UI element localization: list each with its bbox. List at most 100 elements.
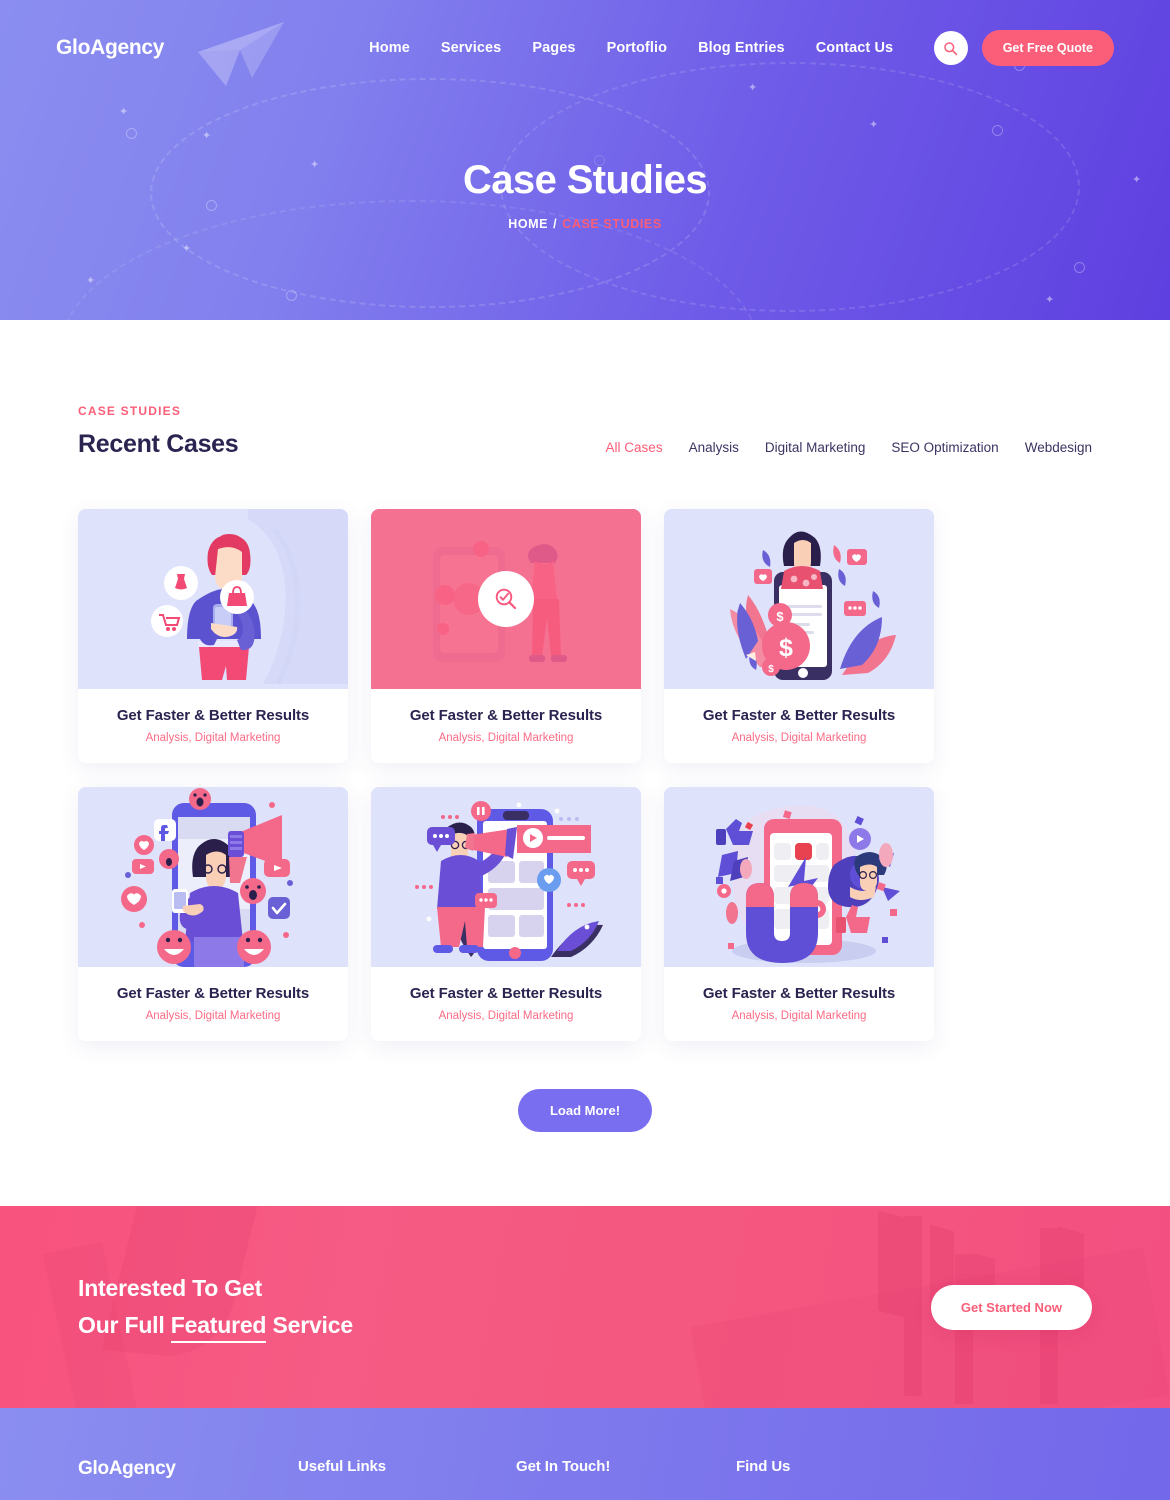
hero-section: ✦ ✦ ✦ ✦ ✦ ✦ ✦ ✦ ✦ GloAgency Home Service… — [0, 0, 1170, 320]
cta-line-1: Interested To Get — [78, 1274, 263, 1301]
case-card-body: Get Faster & Better Results Analysis, Di… — [371, 967, 641, 1041]
load-more-wrapper: Load More! — [78, 1041, 1092, 1206]
case-thumbnail[interactable] — [371, 509, 641, 689]
navbar: GloAgency Home Services Pages Portoflio … — [0, 0, 1170, 96]
case-card[interactable]: Get Faster & Better Results Analysis, Di… — [371, 787, 641, 1041]
nav-links: Home Services Pages Portoflio Blog Entri… — [369, 40, 893, 56]
filter-digital-marketing[interactable]: Digital Marketing — [765, 440, 866, 455]
svg-text:$: $ — [779, 634, 793, 662]
footer-column-useful-links: Useful Links — [298, 1458, 516, 1475]
case-card-category: Analysis, Digital Marketing — [438, 732, 574, 744]
nav-item-services[interactable]: Services — [441, 40, 501, 56]
get-free-quote-button[interactable]: Get Free Quote — [981, 30, 1114, 66]
case-card-title: Get Faster & Better Results — [702, 985, 896, 1002]
logo-prefix: Glo — [56, 36, 91, 59]
logo[interactable]: GloAgency — [56, 36, 164, 60]
cta-button-wrapper: Get Started Now — [930, 1284, 1092, 1330]
svg-text:$: $ — [768, 664, 774, 675]
case-card-category: Analysis, Digital Marketing — [145, 1010, 281, 1022]
footer-logo-suffix: Agency — [108, 1458, 176, 1479]
get-started-now-button[interactable]: Get Started Now — [930, 1284, 1092, 1330]
section-heading-group: CASE STUDIES Recent Cases — [78, 404, 239, 459]
cta-text: Interested To Get Our Full Featured Serv… — [78, 1270, 353, 1345]
nav-item-blog-entries[interactable]: Blog Entries — [698, 40, 785, 56]
sparkle-icon: ✦ — [86, 275, 96, 287]
cta-bar — [904, 1216, 922, 1396]
case-card-body: Get Faster & Better Results Analysis, Di… — [664, 967, 934, 1041]
case-card-body: Get Faster & Better Results Analysis, Di… — [78, 689, 348, 763]
page-root: ✦ ✦ ✦ ✦ ✦ ✦ ✦ ✦ ✦ GloAgency Home Service… — [0, 0, 1170, 1500]
illustration-woman-phone-money: $ $ $ — [664, 509, 934, 689]
case-zoom-button[interactable] — [478, 571, 534, 627]
breadcrumb-separator: / — [553, 217, 558, 231]
footer-logo[interactable]: GloAgency — [78, 1458, 298, 1480]
footer-column-get-in-touch: Get In Touch! — [516, 1458, 736, 1475]
case-thumbnail[interactable] — [78, 787, 348, 967]
case-card-body: Get Faster & Better Results Analysis, Di… — [371, 689, 641, 763]
cta-line-2-post: Service — [266, 1312, 353, 1338]
case-thumbnail[interactable]: $ $ $ — [664, 509, 934, 689]
navbar-actions: Get Free Quote — [933, 30, 1114, 66]
case-card-category: Analysis, Digital Marketing — [731, 732, 867, 744]
case-thumbnail[interactable] — [371, 787, 641, 967]
case-card-title: Get Faster & Better Results — [409, 985, 603, 1002]
filter-analysis[interactable]: Analysis — [689, 440, 739, 455]
case-card-body: Get Faster & Better Results Analysis, Di… — [664, 689, 934, 763]
footer-heading-find-us: Find Us — [736, 1458, 791, 1475]
cta-bar — [878, 1210, 904, 1318]
case-card[interactable]: Get Faster & Better Results Analysis, Di… — [78, 509, 348, 763]
case-card[interactable]: $ $ $ Get Faster & Better Results Analys… — [664, 509, 934, 763]
section-header: CASE STUDIES Recent Cases All Cases Anal… — [78, 404, 1092, 485]
case-thumbnail[interactable] — [664, 787, 934, 967]
case-studies-section: CASE STUDIES Recent Cases All Cases Anal… — [0, 320, 1170, 1206]
breadcrumb: HOME / CASE STUDIES — [0, 217, 1170, 231]
search-icon — [944, 41, 958, 55]
section-title: Recent Cases — [78, 430, 239, 458]
footer-brand-column: GloAgency — [78, 1458, 298, 1480]
circle-deco — [286, 290, 297, 301]
nav-item-pages[interactable]: Pages — [532, 40, 575, 56]
nav-item-home[interactable]: Home — [369, 40, 410, 56]
case-grid: Get Faster & Better Results Analysis, Di… — [78, 509, 1092, 1041]
footer: GloAgency Useful Links Get In Touch! Fin… — [0, 1408, 1170, 1500]
footer-heading-useful-links: Useful Links — [298, 1458, 386, 1475]
case-card-category: Analysis, Digital Marketing — [438, 1010, 574, 1022]
sparkle-icon: ✦ — [182, 243, 192, 255]
filter-webdesign[interactable]: Webdesign — [1025, 440, 1092, 455]
case-card[interactable]: Get Faster & Better Results Analysis, Di… — [371, 509, 641, 763]
cta-line-2-highlight: Featured — [170, 1312, 266, 1343]
search-zoom-icon — [495, 588, 517, 610]
logo-suffix: Agency — [90, 36, 165, 59]
case-card-title: Get Faster & Better Results — [702, 707, 896, 724]
hero-content: Case Studies HOME / CASE STUDIES — [0, 96, 1170, 231]
case-hover-overlay[interactable] — [371, 509, 641, 689]
case-card-title: Get Faster & Better Results — [116, 985, 310, 1002]
cta-line-2: Our Full Featured Service — [78, 1307, 353, 1344]
filter-all-cases[interactable]: All Cases — [606, 440, 663, 455]
footer-column-find-us: Find Us — [736, 1458, 936, 1475]
cta-line-2-pre: Our Full — [78, 1312, 171, 1338]
case-card-title: Get Faster & Better Results — [409, 707, 603, 724]
breadcrumb-home[interactable]: HOME — [508, 217, 548, 231]
search-button[interactable] — [933, 31, 968, 65]
case-card-category: Analysis, Digital Marketing — [731, 1010, 867, 1022]
case-card[interactable]: Get Faster & Better Results Analysis, Di… — [78, 787, 348, 1041]
page-title: Case Studies — [462, 158, 708, 202]
case-card-body: Get Faster & Better Results Analysis, Di… — [78, 967, 348, 1041]
case-card-category: Analysis, Digital Marketing — [145, 732, 281, 744]
section-eyebrow: CASE STUDIES — [78, 404, 182, 418]
case-thumbnail[interactable] — [78, 509, 348, 689]
illustration-man-megaphone-video — [371, 787, 641, 967]
nav-item-portoflio[interactable]: Portoflio — [607, 40, 668, 56]
load-more-button[interactable]: Load More! — [517, 1089, 653, 1132]
illustration-woman-shopping-phone — [78, 509, 348, 689]
breadcrumb-current: CASE STUDIES — [562, 217, 662, 231]
filter-seo-optimization[interactable]: SEO Optimization — [891, 440, 998, 455]
case-card-title: Get Faster & Better Results — [116, 707, 310, 724]
nav-item-contact-us[interactable]: Contact Us — [816, 40, 894, 56]
footer-columns: GloAgency Useful Links Get In Touch! Fin… — [78, 1458, 1092, 1480]
cta-section: Interested To Get Our Full Featured Serv… — [0, 1206, 1170, 1408]
footer-heading-get-in-touch: Get In Touch! — [516, 1458, 611, 1475]
svg-text:$: $ — [776, 609, 784, 624]
case-card[interactable]: Get Faster & Better Results Analysis, Di… — [664, 787, 934, 1041]
